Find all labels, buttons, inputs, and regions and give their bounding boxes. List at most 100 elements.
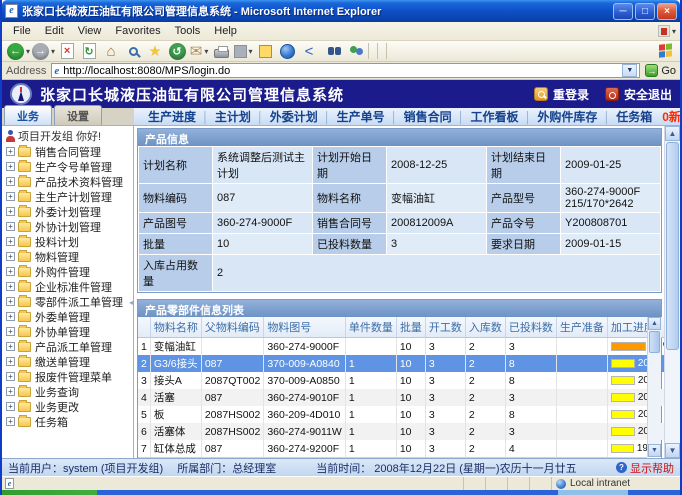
sidebar-item-7[interactable]: +物料管理 [4,249,133,264]
messenger-icon[interactable] [343,42,363,61]
expand-icon[interactable]: + [6,147,15,156]
expand-icon[interactable]: + [6,417,15,426]
chevron-down-icon[interactable]: ▾ [51,47,55,56]
scroll-thumb[interactable] [666,142,679,350]
sidebar-item-6[interactable]: +投料计划 [4,234,133,249]
show-help-link[interactable]: ? 显示帮助 [616,460,674,476]
menu-item-file[interactable]: File [6,23,38,39]
scroll-down-icon[interactable]: ▼ [648,444,661,457]
windows-taskbar[interactable] [2,490,680,495]
sidebar-item-17[interactable]: +业务更改 [4,399,133,414]
table-row[interactable]: 6活塞体2087HS002360-274-9011W11032320 % [138,423,664,440]
sidebar-item-4[interactable]: +外委计划管理 [4,204,133,219]
table-row[interactable]: 1变幅油缸360-274-9000F1032329 % [138,338,664,356]
sidebar-item-12[interactable]: +外协单管理 [4,324,133,339]
address-box[interactable]: e ▼ [51,63,640,78]
column-header[interactable] [138,317,150,338]
forward-icon[interactable]: →▾ [32,42,55,61]
sidebar-item-10[interactable]: +零部件派工单管理 [4,294,133,309]
nav-item-5[interactable]: 工作看板 [464,110,524,124]
logout-button[interactable]: 安全退出 [605,86,672,103]
table-row[interactable]: 2G3/6接头087370-009-A084011032820 % [138,355,664,372]
messenger-arrow-icon[interactable]: < [299,42,319,61]
back-icon[interactable]: ←▾ [7,42,30,61]
menu-brand[interactable]: ▾ [658,25,676,37]
expand-icon[interactable]: + [6,402,15,411]
maximize-button[interactable]: □ [635,3,655,20]
sidebar-item-3[interactable]: +主生产计划管理 [4,189,133,204]
sidebar-item-18[interactable]: +任务箱 [4,414,133,429]
sidebar-item-15[interactable]: +报废件管理菜单 [4,369,133,384]
sidebar-item-1[interactable]: +生产令号单管理 [4,159,133,174]
minimize-button[interactable]: ─ [613,3,633,20]
sidebar-item-5[interactable]: +外协计划管理 [4,219,133,234]
nav-item-0[interactable]: 生产进度 [142,110,202,124]
go-button[interactable]: → Go [645,64,676,77]
start-button[interactable] [2,490,97,495]
nav-item-1[interactable]: 主计划 [209,110,257,124]
expand-icon[interactable]: + [6,207,15,216]
column-header[interactable]: 物料名称 [150,317,201,338]
home-icon[interactable]: ⌂ [101,42,121,61]
print-icon[interactable] [211,42,231,61]
nav-item-6[interactable]: 外购件库存 [531,110,603,124]
sidebar-item-14[interactable]: +缴送单管理 [4,354,133,369]
favorites-icon[interactable]: ★ [145,42,165,61]
column-header[interactable]: 开工数 [425,317,465,338]
menu-item-tools[interactable]: Tools [168,23,208,39]
table-row[interactable]: 3接头A2087QT002370-009-A085011032820 % [138,372,664,389]
page-scrollbar[interactable]: ▲ ▼ [664,126,680,458]
sidebar-item-8[interactable]: +外购件管理 [4,264,133,279]
table-row[interactable]: 5板2087HS002360-209-4D01011032820 % [138,406,664,423]
expand-icon[interactable]: + [6,327,15,336]
expand-icon[interactable]: + [6,162,15,171]
nav-item-4[interactable]: 销售合同 [398,110,458,124]
tab-settings[interactable]: 设置 [54,105,102,125]
sidebar-item-9[interactable]: +企业标准件管理 [4,279,133,294]
relogin-button[interactable]: 重登录 [534,86,589,103]
expand-icon[interactable]: + [6,357,15,366]
scroll-up-icon[interactable]: ▲ [648,317,661,330]
globe-icon[interactable] [277,42,297,61]
column-header[interactable]: 入库数 [465,317,505,338]
tab-business[interactable]: 业务 [4,105,52,125]
column-header[interactable]: 已投料数 [505,317,556,338]
search-icon[interactable] [123,42,143,61]
parts-horizontal-scrollbar[interactable]: ◀ ▶ [138,457,647,458]
address-input[interactable] [63,65,622,77]
menu-item-view[interactable]: View [71,23,109,39]
sidebar-item-2[interactable]: +产品技术资料管理 [4,174,133,189]
expand-icon[interactable]: + [6,282,15,291]
expand-icon[interactable]: + [6,372,15,381]
nav-item-7[interactable]: 任务箱 [610,110,658,124]
column-header[interactable]: 父物料编码 [201,317,263,338]
chevron-down-icon[interactable]: ▾ [204,47,208,56]
chevron-down-icon[interactable]: ▾ [249,47,253,56]
expand-icon[interactable]: + [6,342,15,351]
nav-item-3[interactable]: 生产单号 [331,110,391,124]
menu-item-help[interactable]: Help [207,23,244,39]
history-icon[interactable]: ↺ [167,42,187,61]
column-header[interactable]: 批量 [396,317,425,338]
expand-icon[interactable]: + [6,192,15,201]
table-row[interactable]: 7缸体总成087360-274-9200F11032419 % [138,440,664,457]
menu-item-edit[interactable]: Edit [38,23,71,39]
expand-icon[interactable]: + [6,312,15,321]
parts-vertical-scrollbar[interactable]: ▲ ▼ [647,317,661,457]
stop-icon[interactable]: × [57,42,77,61]
column-header[interactable]: 生产准备 [556,317,607,338]
sidebar-item-11[interactable]: +外委单管理 [4,309,133,324]
mail-icon[interactable]: ✉▾ [189,42,209,61]
scroll-down-icon[interactable]: ▼ [665,443,680,458]
scroll-up-icon[interactable]: ▲ [665,126,680,141]
column-header[interactable]: 物料图号 [264,317,346,338]
edit-icon[interactable]: ▾ [233,42,253,61]
expand-icon[interactable]: + [6,387,15,396]
expand-icon[interactable]: + [6,222,15,231]
address-dropdown-button[interactable]: ▼ [622,64,637,77]
column-header[interactable]: 单件数量 [345,317,396,338]
sidebar-item-13[interactable]: +产品派工单管理 [4,339,133,354]
expand-icon[interactable]: + [6,252,15,261]
note-icon[interactable] [255,42,275,61]
table-row[interactable]: 4活塞087360-274-9010F11032320 % [138,389,664,406]
